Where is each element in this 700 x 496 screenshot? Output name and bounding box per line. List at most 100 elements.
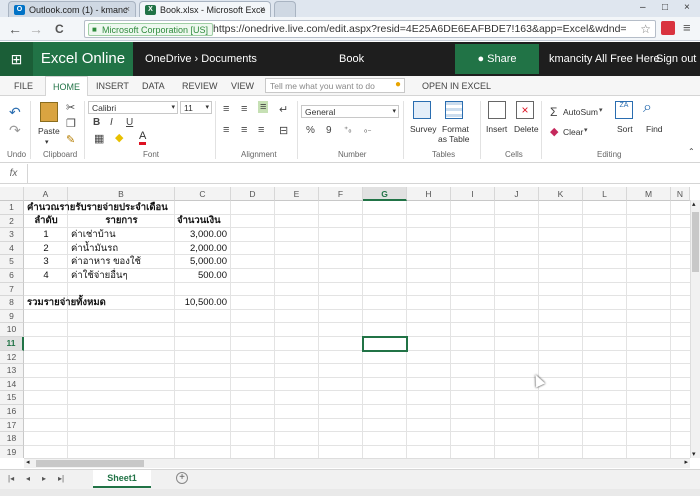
active-cell-selection[interactable] xyxy=(362,336,408,352)
survey-icon[interactable] xyxy=(413,101,431,119)
fill-color-icon[interactable]: ◆ xyxy=(115,131,123,144)
borders-icon[interactable]: ▦ xyxy=(94,132,104,145)
comma-button[interactable]: 9 xyxy=(326,125,332,136)
horizontal-scrollbar[interactable]: ◂ ▸ xyxy=(24,458,690,468)
clear-button[interactable]: Clear xyxy=(563,127,583,137)
horizontal-scroll-thumb[interactable] xyxy=(36,460,144,467)
close-tab-icon[interactable]: × xyxy=(125,4,130,14)
bold-button[interactable]: B xyxy=(93,117,100,128)
decrease-decimal-icon[interactable]: ₀₋ xyxy=(364,125,372,134)
new-tab-button[interactable] xyxy=(274,1,296,17)
insert-button[interactable]: Insert xyxy=(486,124,507,134)
row-header[interactable]: 2 xyxy=(0,214,24,229)
format-table-label-1[interactable]: Format xyxy=(442,124,469,134)
item-number-cell[interactable]: 2 xyxy=(24,242,68,255)
item-number-cell[interactable]: 1 xyxy=(24,228,68,241)
row-header[interactable]: 19 xyxy=(0,445,24,458)
delete-cells-icon[interactable]: × xyxy=(516,101,534,119)
format-table-label-2[interactable]: as Table xyxy=(438,134,470,144)
share-button[interactable]: ● Share xyxy=(455,44,539,74)
browser-tab-outlook[interactable]: O Outlook.com (1) - kmanc × xyxy=(8,1,136,17)
tab-file[interactable]: FILE xyxy=(14,81,33,91)
column-header[interactable]: H xyxy=(407,187,451,201)
browser-menu-icon[interactable]: ≡ xyxy=(683,20,691,35)
scroll-left-icon[interactable]: ◂ xyxy=(26,458,30,466)
chevron-down-icon[interactable]: ▾ xyxy=(584,126,588,134)
column-header[interactable]: J xyxy=(495,187,539,201)
add-sheet-icon[interactable]: + xyxy=(176,472,188,484)
paste-icon[interactable] xyxy=(40,102,58,122)
item-name-cell[interactable]: ค่าใช้จ่ายอื่นๆ xyxy=(71,269,128,282)
tab-view[interactable]: VIEW xyxy=(231,81,254,91)
formula-input[interactable] xyxy=(30,165,698,182)
sign-out-link[interactable]: Sign out xyxy=(656,53,696,65)
column-header[interactable]: I xyxy=(451,187,495,201)
align-right-icon[interactable]: ≡ xyxy=(258,124,264,136)
close-window-icon[interactable]: × xyxy=(684,2,690,13)
tab-review[interactable]: REVIEW xyxy=(182,81,218,91)
bookmark-star-icon[interactable]: ☆ xyxy=(640,22,651,36)
back-icon[interactable]: ← xyxy=(8,21,22,37)
find-button[interactable]: Find xyxy=(646,124,663,134)
percent-button[interactable]: % xyxy=(306,125,315,136)
item-name-cell[interactable]: ค่าน้ำมันรถ xyxy=(71,242,118,255)
row-header[interactable]: 12 xyxy=(0,350,24,365)
minimize-icon[interactable]: – xyxy=(640,2,646,13)
row-header[interactable]: 5 xyxy=(0,255,24,269)
tab-home[interactable]: HOME xyxy=(45,76,88,96)
open-in-excel-button[interactable]: OPEN IN EXCEL xyxy=(422,81,491,91)
tell-me-input[interactable]: Tell me what you want to do ● xyxy=(265,78,405,93)
header-cell[interactable]: รายการ xyxy=(68,214,175,227)
column-header[interactable]: A xyxy=(24,187,68,201)
row-header[interactable]: 8 xyxy=(0,296,24,310)
row-header[interactable]: 9 xyxy=(0,309,24,324)
item-amount-cell[interactable]: 3,000.00 xyxy=(175,228,227,241)
delete-button[interactable]: Delete xyxy=(514,124,539,134)
vertical-scrollbar[interactable]: ▴ ▾ xyxy=(690,200,700,458)
sheet-tab-sheet1[interactable]: Sheet1 xyxy=(93,470,151,488)
format-table-icon[interactable] xyxy=(445,101,463,119)
reload-icon[interactable]: C xyxy=(55,22,64,36)
scroll-up-icon[interactable]: ▴ xyxy=(692,200,696,208)
item-name-cell[interactable]: ค่าเช่าบ้าน xyxy=(71,228,116,241)
sort-icon[interactable]: ZA xyxy=(615,101,633,119)
autosum-icon[interactable]: Σ xyxy=(550,105,557,119)
item-amount-cell[interactable]: 2,000.00 xyxy=(175,242,227,255)
header-cell[interactable]: จำนวนเงิน xyxy=(177,214,221,227)
increase-decimal-icon[interactable]: ⁺₀ xyxy=(344,125,352,134)
column-header[interactable]: D xyxy=(231,187,275,201)
chevron-down-icon[interactable]: ▾ xyxy=(599,106,603,114)
undo-icon[interactable]: ↶ xyxy=(9,104,21,121)
browser-tab-excel[interactable]: X Book.xlsx - Microsoft Exce × xyxy=(139,1,271,17)
breadcrumb-onedrive[interactable]: OneDrive xyxy=(145,53,191,65)
tab-data[interactable]: DATA xyxy=(142,81,165,91)
underline-button[interactable]: U xyxy=(126,117,133,128)
wrap-text-icon[interactable]: ↵ xyxy=(279,103,288,116)
column-header[interactable]: L xyxy=(583,187,627,201)
font-name-dropdown[interactable]: Calibri ▾ xyxy=(88,101,178,114)
item-amount-cell[interactable]: 500.00 xyxy=(175,269,227,282)
paste-button[interactable]: Paste xyxy=(38,126,60,136)
row-header[interactable]: 13 xyxy=(0,364,24,378)
copy-icon[interactable]: ❐ xyxy=(66,117,76,130)
item-number-cell[interactable]: 3 xyxy=(24,255,68,268)
row-header[interactable]: 18 xyxy=(0,432,24,446)
autosum-button[interactable]: AutoSum xyxy=(563,107,598,117)
row-header[interactable]: 14 xyxy=(0,377,24,392)
column-header[interactable]: N xyxy=(671,187,690,201)
maximize-icon[interactable]: □ xyxy=(662,2,668,13)
row-header-selected[interactable]: 11 xyxy=(0,337,24,351)
spreadsheet-grid[interactable]: A B C D E F G H I J K L M N 1 2 3 4 5 6 7 8 9 10 1… xyxy=(0,187,690,458)
find-icon[interactable]: ⌕ xyxy=(643,99,652,117)
header-cell[interactable]: ลำดับ xyxy=(24,214,68,227)
font-size-dropdown[interactable]: 11 ▾ xyxy=(180,101,212,114)
survey-button[interactable]: Survey xyxy=(410,124,436,134)
column-header[interactable]: K xyxy=(539,187,583,201)
column-header-selected[interactable]: G xyxy=(363,187,407,201)
column-header[interactable]: M xyxy=(627,187,671,201)
row-header[interactable]: 4 xyxy=(0,241,24,256)
url-field[interactable]: ■ Microsoft Corporation [US] https://one… xyxy=(84,20,656,38)
last-sheet-icon[interactable]: ▸| xyxy=(58,474,64,483)
format-painter-icon[interactable]: ✎ xyxy=(66,133,75,146)
prev-sheet-icon[interactable]: ◂ xyxy=(26,474,30,483)
